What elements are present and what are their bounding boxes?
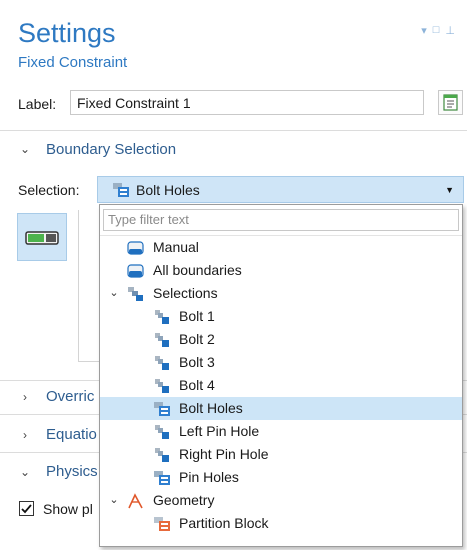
pin-icon[interactable]: ⊥ bbox=[445, 24, 455, 37]
union-selection-icon bbox=[153, 401, 170, 416]
all-boundaries-icon bbox=[127, 263, 144, 278]
tree-item-all-boundaries[interactable]: All boundaries bbox=[100, 259, 462, 282]
section-title: Equatio bbox=[46, 426, 97, 443]
selection-label: Selection: bbox=[18, 182, 80, 198]
section-override[interactable]: › Overric bbox=[18, 388, 94, 405]
chevron-down-icon[interactable]: ⌄ bbox=[108, 286, 120, 299]
tree-item-right-pin-hole[interactable]: Right Pin Hole bbox=[100, 443, 462, 466]
selection-icon bbox=[153, 424, 170, 439]
tree-item-bolt-holes[interactable]: Bolt Holes bbox=[100, 397, 462, 420]
selection-icon bbox=[153, 355, 170, 370]
tree-item-label: Bolt Holes bbox=[179, 400, 243, 416]
tree-item-label: Bolt 4 bbox=[179, 377, 215, 393]
selection-list-border bbox=[78, 210, 79, 362]
tree-item-bolt-2[interactable]: Bolt 2 bbox=[100, 328, 462, 351]
selection-value: Bolt Holes bbox=[136, 181, 200, 198]
selection-icon bbox=[153, 332, 170, 347]
tree-item-label: Geometry bbox=[153, 492, 215, 508]
section-title: Boundary Selection bbox=[46, 140, 177, 158]
checkmark-icon bbox=[21, 504, 32, 514]
tree-item-label: Left Pin Hole bbox=[179, 423, 260, 439]
tree-item-label: Selections bbox=[153, 285, 218, 301]
selection-combobox[interactable]: Bolt Holes ▼ bbox=[97, 176, 464, 203]
section-title: Physics bbox=[46, 463, 98, 480]
geometry-icon bbox=[127, 493, 144, 509]
tree-item-selections[interactable]: ⌄ Selections bbox=[100, 282, 462, 305]
selection-list-border bbox=[78, 361, 100, 362]
tree-item-label: Pin Holes bbox=[179, 469, 239, 485]
selections-node-icon bbox=[127, 286, 144, 301]
toggle-switch-icon bbox=[25, 231, 59, 245]
maximize-icon[interactable]: □ bbox=[433, 24, 440, 37]
tree-item-label: Manual bbox=[153, 239, 199, 255]
chevron-right-icon: › bbox=[23, 427, 27, 442]
selection-dropdown: Type filter text Manual All boundaries ⌄ Se… bbox=[99, 204, 463, 547]
active-toggle-button[interactable] bbox=[17, 213, 67, 261]
page-subtitle: Fixed Constraint bbox=[18, 54, 128, 71]
show-checkbox[interactable] bbox=[19, 501, 34, 516]
filter-input[interactable]: Type filter text bbox=[103, 209, 459, 231]
chevron-down-icon: ⌄ bbox=[19, 142, 31, 156]
tree-item-left-pin-hole[interactable]: Left Pin Hole bbox=[100, 420, 462, 443]
chevron-right-icon: › bbox=[23, 389, 27, 404]
selection-icon bbox=[153, 447, 170, 462]
tree-item-geometry[interactable]: ⌄ Geometry bbox=[100, 489, 462, 512]
tree-item-pin-holes[interactable]: Pin Holes bbox=[100, 466, 462, 489]
label-field-label: Label: bbox=[18, 96, 57, 112]
caret-down-icon: ▼ bbox=[445, 185, 454, 195]
section-boundary-selection[interactable]: ⌄ Boundary Selection bbox=[0, 131, 467, 167]
union-selection-icon bbox=[113, 182, 129, 197]
section-equation[interactable]: › Equatio bbox=[18, 426, 97, 443]
show-checkbox-label: Show pl bbox=[43, 501, 93, 517]
section-physics[interactable]: ⌄ Physics bbox=[18, 463, 98, 480]
chevron-down-icon[interactable]: ⌄ bbox=[108, 493, 120, 506]
tree-item-label: Bolt 1 bbox=[179, 308, 215, 324]
selection-icon bbox=[153, 378, 170, 393]
selection-icon bbox=[153, 309, 170, 324]
tree-item-label: Bolt 2 bbox=[179, 331, 215, 347]
dropdown-arrow-icon[interactable]: ▾ bbox=[421, 24, 427, 37]
page-title: Settings bbox=[18, 18, 116, 48]
chevron-down-icon: ⌄ bbox=[19, 464, 31, 479]
edit-label-button[interactable] bbox=[438, 90, 463, 115]
section-title: Overric bbox=[46, 388, 95, 405]
tree-item-label: Right Pin Hole bbox=[179, 446, 269, 462]
tree-item-bolt-1[interactable]: Bolt 1 bbox=[100, 305, 462, 328]
label-input[interactable]: Fixed Constraint 1 bbox=[70, 90, 424, 115]
edit-label-icon bbox=[443, 94, 458, 111]
tree-item-manual[interactable]: Manual bbox=[100, 236, 462, 259]
manual-boundary-icon bbox=[127, 240, 144, 255]
tree-item-label: All boundaries bbox=[153, 262, 242, 278]
tree-item-bolt-4[interactable]: Bolt 4 bbox=[100, 374, 462, 397]
window-controls: ▾ □ ⊥ bbox=[421, 24, 455, 37]
tree-item-partition-block[interactable]: Partition Block bbox=[100, 512, 462, 535]
partition-block-icon bbox=[153, 516, 170, 531]
tree-item-bolt-3[interactable]: Bolt 3 bbox=[100, 351, 462, 374]
tree-item-label: Partition Block bbox=[179, 515, 269, 531]
tree-item-label: Bolt 3 bbox=[179, 354, 215, 370]
union-selection-icon bbox=[153, 470, 170, 485]
